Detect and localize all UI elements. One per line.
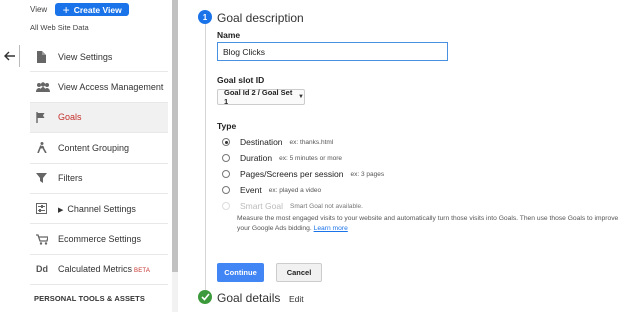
step-connector-line (205, 24, 206, 290)
type-option-example: ex: played a video (268, 186, 322, 194)
back-arrow-icon[interactable] (0, 45, 20, 67)
view-label: View (30, 5, 48, 14)
goal-setup-panel: 1 Goal description Name Blog Clicks Goal… (196, 0, 624, 312)
type-option-destination[interactable]: Destination ex: thanks.html (222, 137, 333, 147)
beta-badge: BETA (134, 268, 151, 275)
cancel-button[interactable]: Cancel (276, 263, 322, 282)
nav-item-calculated-metrics[interactable]: Dd Calculated Metrics BETA (30, 255, 168, 286)
radio[interactable] (222, 170, 230, 178)
goal-slot-label: Goal slot ID (217, 75, 265, 85)
nav-label: Calculated Metrics BETA (58, 264, 150, 274)
nav-item-view-access-management[interactable]: View Access Management (30, 72, 168, 103)
type-option-smart-goal: Smart Goal Smart Goal not available. (222, 201, 363, 211)
create-view-button[interactable]: + Create View (55, 2, 130, 17)
goal-slot-value: Goal Id 2 / Goal Set 1 (224, 88, 293, 106)
channel-settings-label: Channel Settings (67, 203, 136, 214)
radio-checked[interactable] (222, 138, 230, 146)
section-heading-personal-tools: PERSONAL TOOLS & ASSETS (34, 294, 145, 303)
learn-more-link[interactable]: Learn more (314, 225, 348, 232)
filter-icon (30, 173, 52, 184)
smart-goal-description: Measure the most engaged visits to your … (237, 214, 624, 234)
type-option-event[interactable]: Event ex: played a video (222, 185, 321, 195)
nav-label: Filters (58, 173, 83, 184)
view-nav: View Settings View Access Management Goa… (30, 42, 168, 286)
nav-item-view-settings[interactable]: View Settings (30, 42, 168, 73)
cart-icon (30, 233, 52, 245)
view-selector[interactable]: All Web Site Data (30, 23, 89, 32)
nav-label: Goals (58, 112, 82, 123)
smart-goal-text: Measure the most engaged visits to your … (237, 215, 619, 232)
continue-button[interactable]: Continue (217, 263, 264, 282)
admin-sidebar: View + Create View All Web Site Data Vie… (0, 0, 178, 312)
nav-item-goals[interactable]: Goals (30, 102, 168, 134)
view-row: View + Create View (30, 2, 130, 17)
type-option-label: Smart Goal (240, 201, 283, 211)
nav-label: ▶ Channel Settings (58, 204, 136, 214)
nav-label: Content Grouping (58, 142, 130, 153)
radio[interactable] (222, 154, 230, 162)
settings-box-icon (30, 203, 52, 215)
nav-item-ecommerce-settings[interactable]: Ecommerce Settings (30, 224, 168, 255)
nav-item-filters[interactable]: Filters (30, 164, 168, 194)
calculated-metrics-label: Calculated Metrics (58, 264, 133, 275)
dd-icon: Dd (36, 264, 48, 275)
people-icon (30, 82, 52, 93)
type-option-label: Event (240, 185, 262, 195)
type-option-example: ex: 3 pages (350, 170, 385, 178)
radio[interactable] (222, 186, 230, 194)
type-option-example: ex: thanks.html (289, 138, 334, 146)
goal-details-edit-link[interactable]: Edit (289, 294, 304, 304)
name-label: Name (217, 30, 241, 40)
type-label: Type (217, 121, 237, 131)
goal-details-title: Goal details (217, 291, 281, 305)
nav-label: View Access Management (58, 82, 164, 93)
plus-icon: + (62, 2, 70, 17)
document-icon (30, 50, 52, 63)
nav-label: View Settings (58, 51, 113, 62)
nav-item-channel-settings[interactable]: ▶ Channel Settings (30, 194, 168, 225)
type-option-label: Destination (240, 137, 283, 147)
nav-item-content-grouping[interactable]: Content Grouping (30, 133, 168, 164)
radio-disabled (222, 202, 230, 210)
sidebar-scrollbar-thumb[interactable] (172, 0, 178, 272)
nav-label: Ecommerce Settings (58, 234, 142, 245)
goal-description-title: Goal description (217, 11, 304, 25)
check-icon (198, 290, 212, 304)
flag-icon (30, 111, 52, 123)
type-option-example: ex: 5 minutes or more (279, 154, 342, 162)
goal-slot-select[interactable]: Goal Id 2 / Goal Set 1 ▼ (217, 88, 305, 106)
step-number-badge: 1 (198, 10, 212, 24)
create-view-label: Create View (73, 4, 122, 15)
caret-right-icon: ▶ (58, 206, 64, 214)
goal-name-input[interactable]: Blog Clicks (217, 42, 448, 61)
caret-down-icon: ▼ (298, 94, 304, 100)
type-option-label: Duration (240, 153, 273, 163)
type-option-duration[interactable]: Duration ex: 5 minutes or more (222, 153, 342, 163)
type-option-example: Smart Goal not available. (290, 202, 363, 210)
type-option-label: Pages/Screens per session (240, 169, 344, 179)
walker-icon (30, 142, 52, 154)
type-option-pages-screens[interactable]: Pages/Screens per session ex: 3 pages (222, 169, 384, 179)
